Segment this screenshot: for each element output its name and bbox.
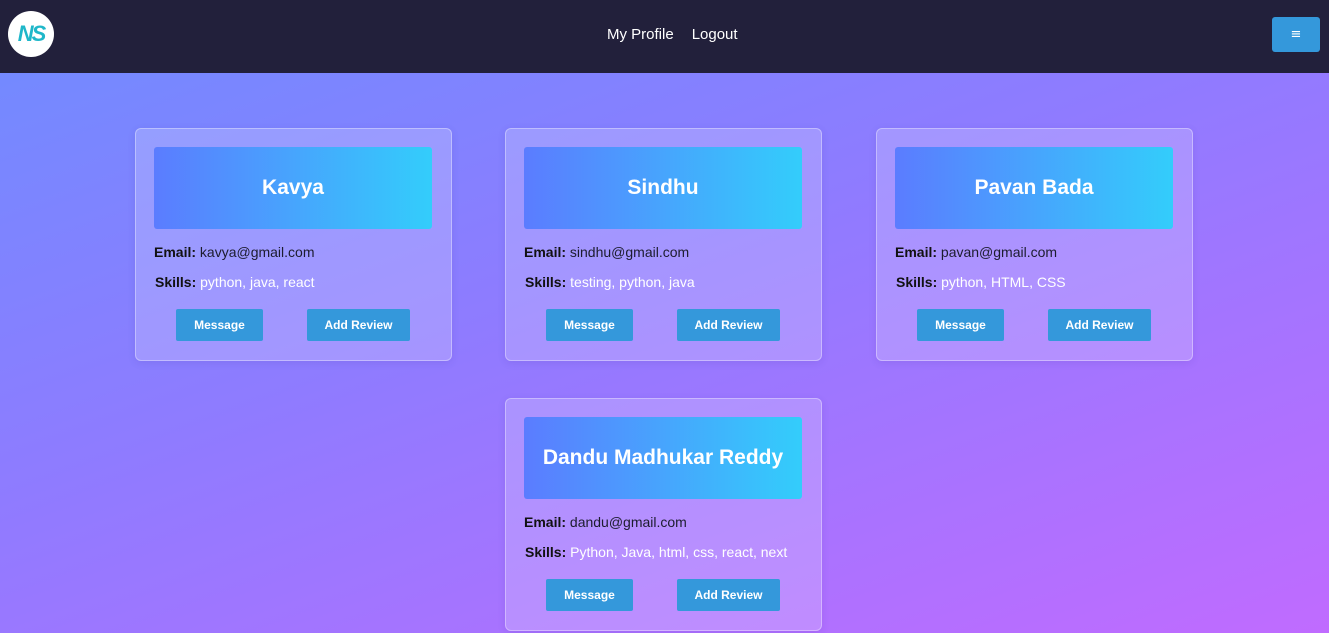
- user-name: Pavan Bada: [974, 176, 1094, 199]
- skills-label: Skills:: [896, 274, 938, 290]
- user-card: Kavya Email: kavya@gmail.com Skills: pyt…: [135, 128, 452, 361]
- email-label: Email:: [524, 244, 567, 260]
- skills-line: Skills: testing, python, java: [525, 274, 695, 290]
- logo[interactable]: NS: [8, 11, 54, 57]
- email-label: Email:: [895, 244, 938, 260]
- email-value: dandu@gmail.com: [569, 514, 687, 530]
- email-line: Email: pavan@gmail.com: [895, 244, 1057, 260]
- user-name: Dandu Madhukar Reddy: [542, 446, 784, 469]
- hamburger-menu-button[interactable]: ≡: [1272, 17, 1320, 52]
- navbar: NS My Profile Logout ≡: [0, 0, 1329, 73]
- skills-line: Skills: Python, Java, html, css, react, …: [525, 544, 787, 560]
- email-line: Email: dandu@gmail.com: [524, 514, 687, 530]
- nav-links: My Profile Logout: [607, 26, 738, 43]
- card-header: Kavya: [154, 147, 432, 229]
- skills-label: Skills:: [525, 274, 567, 290]
- card-header: Sindhu: [524, 147, 802, 229]
- email-label: Email:: [524, 514, 567, 530]
- email-value: kavya@gmail.com: [199, 244, 315, 260]
- my-profile-link[interactable]: My Profile: [607, 26, 674, 43]
- user-card: Sindhu Email: sindhu@gmail.com Skills: t…: [505, 128, 822, 361]
- message-button[interactable]: Message: [176, 309, 263, 341]
- card-header: Pavan Bada: [895, 147, 1173, 229]
- skills-value: python, java, react: [200, 274, 315, 290]
- user-card: Dandu Madhukar Reddy Email: dandu@gmail.…: [505, 398, 822, 631]
- add-review-button[interactable]: Add Review: [677, 309, 780, 341]
- add-review-button[interactable]: Add Review: [1048, 309, 1151, 341]
- user-card: Pavan Bada Email: pavan@gmail.com Skills…: [876, 128, 1193, 361]
- add-review-button[interactable]: Add Review: [677, 579, 780, 611]
- email-label: Email:: [154, 244, 197, 260]
- skills-line: Skills: python, HTML, CSS: [896, 274, 1066, 290]
- skills-label: Skills:: [155, 274, 197, 290]
- skills-line: Skills: python, java, react: [155, 274, 315, 290]
- logout-link[interactable]: Logout: [692, 26, 738, 43]
- add-review-button[interactable]: Add Review: [307, 309, 410, 341]
- user-name: Sindhu: [627, 176, 699, 199]
- email-line: Email: kavya@gmail.com: [154, 244, 314, 260]
- message-button[interactable]: Message: [546, 579, 633, 611]
- message-button[interactable]: Message: [917, 309, 1004, 341]
- skills-value: Python, Java, html, css, react, next: [570, 544, 788, 560]
- skills-value: testing, python, java: [570, 274, 695, 290]
- email-line: Email: sindhu@gmail.com: [524, 244, 689, 260]
- skills-value: python, HTML, CSS: [941, 274, 1066, 290]
- user-name: Kavya: [262, 176, 324, 199]
- email-value: pavan@gmail.com: [940, 244, 1058, 260]
- email-value: sindhu@gmail.com: [569, 244, 690, 260]
- message-button[interactable]: Message: [546, 309, 633, 341]
- card-header: Dandu Madhukar Reddy: [524, 417, 802, 499]
- skills-label: Skills:: [525, 544, 567, 560]
